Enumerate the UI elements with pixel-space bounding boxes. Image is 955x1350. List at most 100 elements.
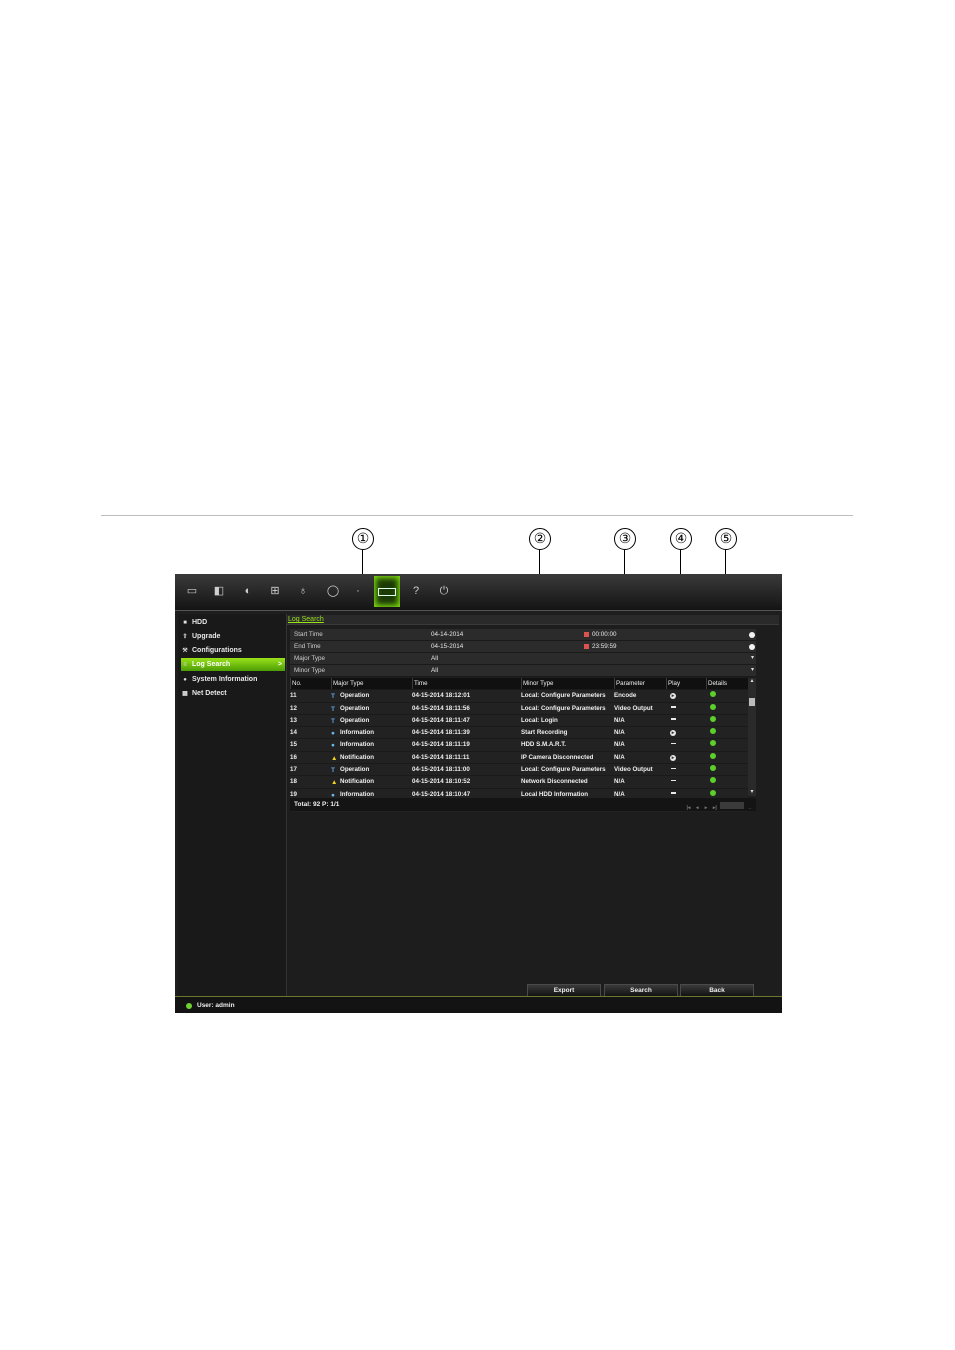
minor-type-select[interactable]: All [431, 665, 438, 676]
device-icon[interactable]: ◯ [325, 583, 341, 599]
current-user: User: admin [197, 1002, 235, 1009]
sidebar-item-configurations[interactable]: ⚒ Configurations [181, 644, 285, 657]
next-page-icon[interactable]: ▸ [703, 805, 710, 812]
system-info-icon[interactable] [374, 576, 400, 607]
record-icon[interactable]: ◐ [240, 583, 256, 599]
table-row[interactable]: 17 T Operation 04-15-2014 18:11:00 Local: Co… [290, 763, 748, 776]
tab-strip: Log Search [287, 615, 779, 625]
table-row[interactable]: 18 ▲ Notification 04-15-2014 18:10:52 Networ… [290, 775, 748, 788]
details-icon[interactable] [710, 765, 716, 772]
sidebar-item-label: Configurations [192, 647, 242, 654]
major-type-text: Operation [340, 704, 370, 712]
sidebar-item-system-information[interactable]: ● System Information [181, 673, 285, 686]
table-row[interactable]: 14 ● Information 04-15-2014 18:11:39 Start R… [290, 726, 748, 739]
clock-icon[interactable] [749, 644, 755, 650]
details-icon[interactable] [710, 752, 716, 759]
table-row[interactable]: 13 T Operation 04-15-2014 18:11:47 Local: Lo… [290, 713, 748, 727]
column-header-play[interactable]: Play [666, 678, 706, 690]
cell-parameter: N/A [614, 753, 625, 761]
cell-no: 13 [290, 716, 297, 724]
play-icon[interactable]: ▸ [670, 754, 676, 761]
sidebar-item-log-search[interactable]: ≡ Log Search > [181, 658, 285, 671]
column-header-minor-type[interactable]: Minor Type [521, 678, 615, 690]
go-page-icon[interactable]: → [746, 805, 753, 812]
details-icon[interactable] [710, 691, 716, 698]
end-date-field[interactable]: 04-15-2014 [431, 641, 463, 652]
network-icon[interactable]: ⊞ [267, 583, 283, 599]
cell-details [706, 776, 746, 787]
chevron-right-icon: > [277, 661, 282, 668]
table-header: No. Major Type Time Minor Type Parameter… [290, 678, 748, 690]
user-icon[interactable]: · [350, 583, 366, 599]
cell-no: 14 [290, 729, 297, 737]
details-icon[interactable] [710, 789, 716, 796]
tab-log-search[interactable]: Log Search [288, 615, 324, 624]
cell-no: 11 [290, 692, 297, 700]
details-icon[interactable] [710, 728, 716, 735]
last-page-icon[interactable]: ▸| [711, 805, 718, 812]
top-nav-bar: ▭ ◧ ◐ ⊞ ♁ ◯ · ? ⏻ [175, 574, 782, 611]
dropdown-icon[interactable]: ▾ [751, 665, 754, 676]
table-row[interactable]: 12 T Operation 04-15-2014 18:11:56 Local: Co… [290, 701, 748, 714]
column-header-time[interactable]: Time [412, 678, 522, 690]
minor-type-label: Minor Type [294, 667, 326, 674]
search-filters: Start Time 04-14-2014 00:00:00 End Time … [290, 629, 756, 677]
table-row[interactable]: 15 ● Information 04-15-2014 18:11:19 HDD S.M… [290, 738, 748, 751]
clock-icon[interactable] [749, 632, 755, 638]
cell-details [706, 739, 746, 750]
end-time-field[interactable]: 23:59:59 [592, 641, 617, 652]
power-icon[interactable]: ⏻ [436, 583, 452, 599]
column-header-no[interactable]: No. [290, 678, 332, 690]
calendar-icon[interactable] [584, 644, 589, 649]
play-icon[interactable]: ▸ [670, 730, 676, 737]
table-row[interactable]: 11 T Operation 04-15-2014 18:12:01 Local: Co… [290, 689, 748, 702]
prev-page-icon[interactable]: ◂ [694, 805, 701, 812]
calendar-icon[interactable] [584, 632, 589, 637]
main-panel: Log Search Start Time 04-14-2014 00:00:0… [287, 614, 779, 997]
page-input[interactable] [720, 802, 745, 809]
major-type-select[interactable]: All [431, 653, 438, 664]
cell-time: 04-15-2014 18:11:47 [412, 716, 470, 724]
details-icon[interactable] [710, 777, 716, 784]
end-time-row: End Time 04-15-2014 23:59:59 [290, 641, 756, 653]
column-header-major-type[interactable]: Major Type [331, 678, 413, 690]
sidebar-item-net-detect[interactable]: ▦ Net Detect [181, 687, 285, 700]
details-icon[interactable] [710, 715, 716, 722]
major-type-text: Notification [340, 753, 375, 761]
table-row[interactable]: 16 ▲ Notification 04-15-2014 18:11:11 IP Cam… [290, 750, 748, 764]
details-icon[interactable] [710, 740, 716, 747]
cell-details [706, 715, 746, 726]
callout-4: ④ [670, 528, 692, 550]
cell-play: ▸ [666, 727, 704, 738]
callout-1: ① [352, 528, 374, 550]
cell-parameter: N/A [614, 778, 625, 786]
scroll-thumb[interactable] [749, 698, 755, 706]
scroll-up-icon[interactable]: ▴ [748, 678, 756, 685]
sidebar-item-hdd[interactable]: ■ HDD [181, 616, 285, 629]
alarm-icon[interactable]: ♁ [295, 583, 311, 599]
cell-major-type: ● Information [331, 727, 411, 738]
cell-minor-type: Local: Configure Parameters [521, 692, 606, 700]
first-page-icon[interactable]: |◂ [685, 805, 692, 812]
no-play-icon [671, 706, 676, 708]
start-time-label: Start Time [294, 631, 323, 638]
status-indicator-icon [186, 1003, 192, 1009]
sidebar-item-upgrade[interactable]: ⇧ Upgrade [181, 630, 285, 643]
start-date-field[interactable]: 04-14-2014 [431, 629, 463, 640]
cell-details [706, 752, 746, 763]
display-icon[interactable]: ▭ [184, 583, 200, 599]
play-icon[interactable]: ▸ [670, 693, 676, 700]
cell-details [706, 764, 746, 775]
cell-major-type: T Operation [331, 764, 411, 775]
sidebar-item-label: System Information [192, 676, 258, 683]
scroll-down-icon[interactable]: ▾ [748, 789, 756, 796]
start-time-row: Start Time 04-14-2014 00:00:00 [290, 629, 756, 641]
help-icon[interactable]: ? [408, 583, 424, 599]
dropdown-icon[interactable]: ▾ [751, 653, 754, 664]
table-scrollbar[interactable]: ▴ ▾ [748, 678, 756, 796]
details-icon[interactable] [710, 703, 716, 710]
start-time-field[interactable]: 00:00:00 [592, 629, 617, 640]
column-header-parameter[interactable]: Parameter [614, 678, 666, 690]
column-header-details[interactable]: Details [706, 678, 748, 690]
camera-icon[interactable]: ◧ [211, 583, 227, 599]
